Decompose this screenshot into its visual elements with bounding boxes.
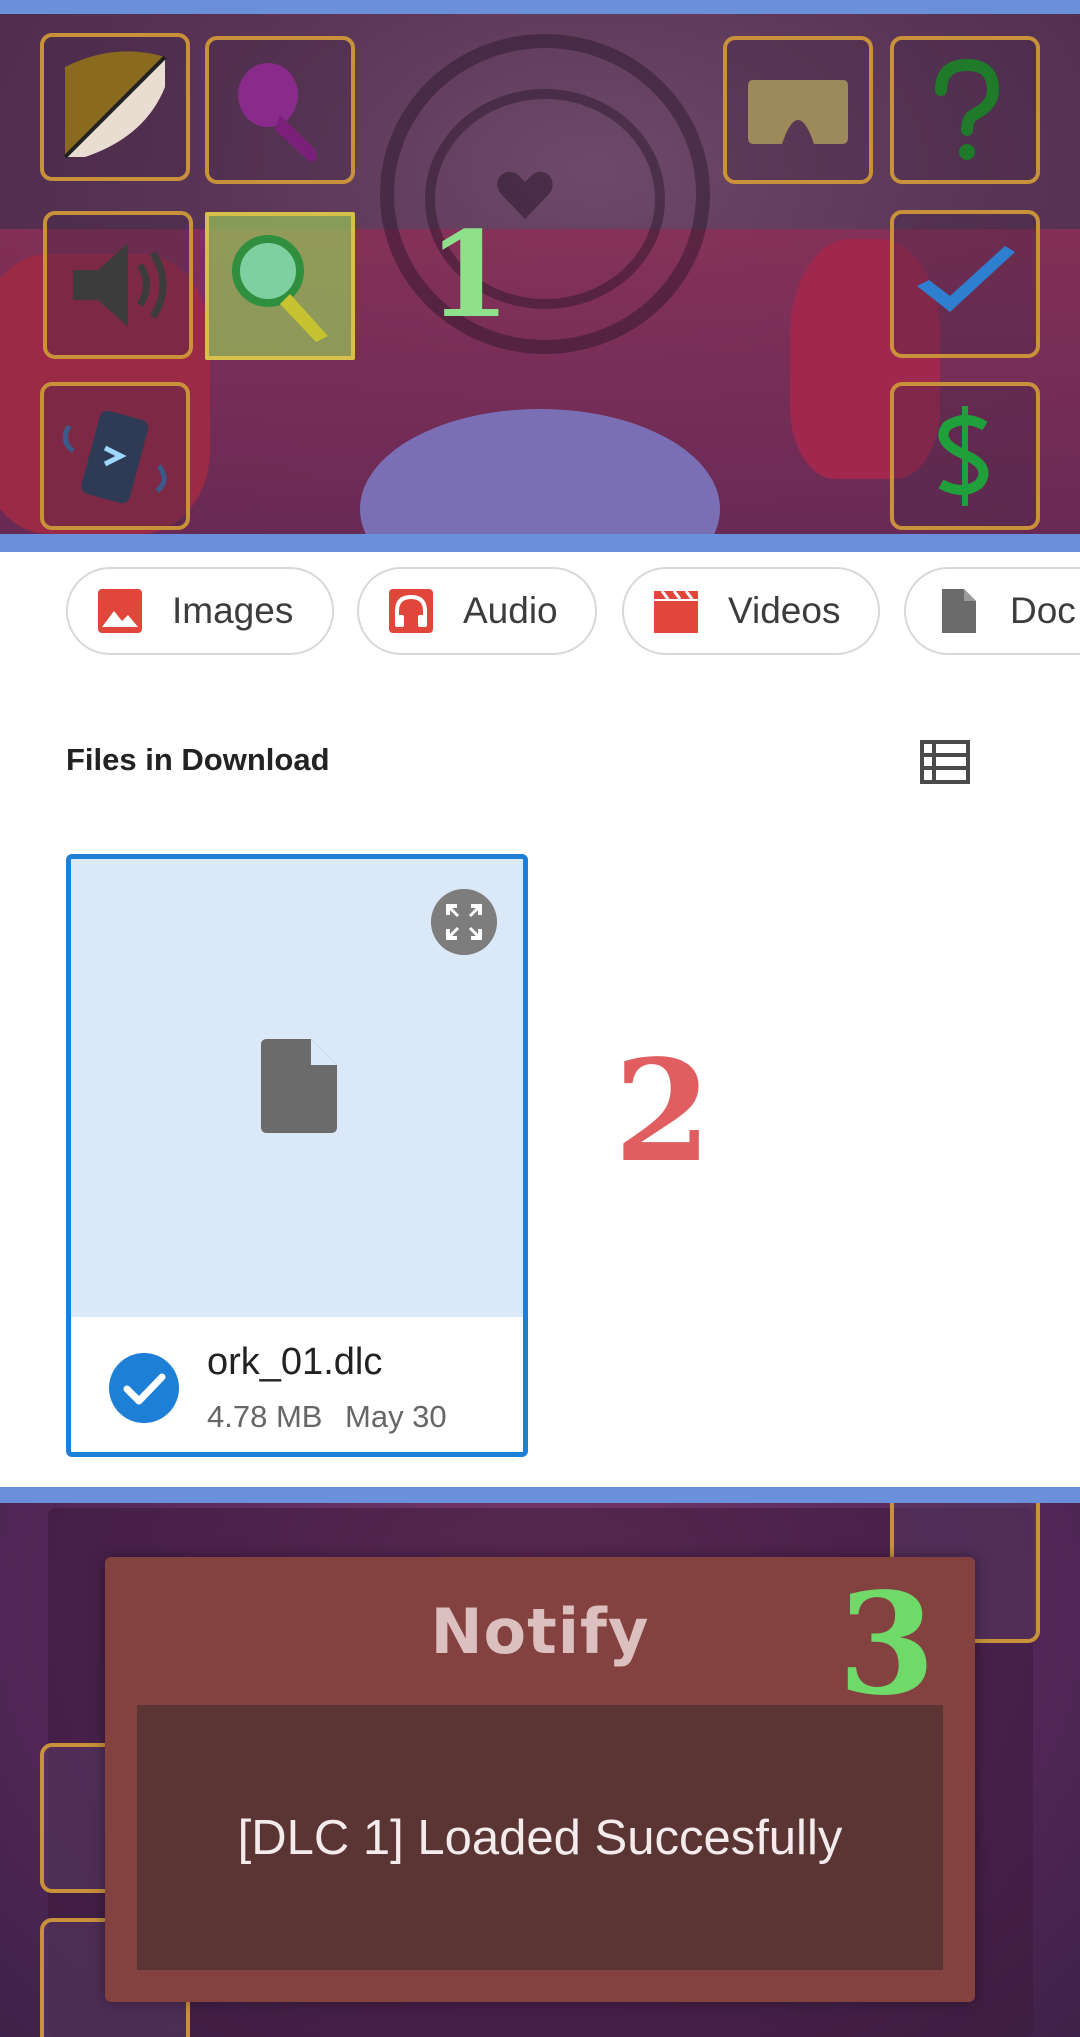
phone-shake-icon	[62, 410, 167, 504]
chip-label: Doc	[1010, 590, 1076, 631]
video-clapper-icon	[654, 590, 698, 633]
color-palette-icon	[63, 51, 167, 159]
section-title: Files in Download	[66, 742, 330, 777]
hud-brush-button[interactable]	[205, 36, 355, 184]
file-name: ork_01.dlc	[207, 1341, 383, 1383]
hud-vr-button[interactable]	[723, 36, 873, 184]
game-hud-panel: 1	[0, 0, 1080, 552]
document-icon	[942, 589, 976, 633]
chip-label: Audio	[463, 590, 558, 631]
file-picker-panel: Images Audio Videos Doc Files in Downloa…	[0, 552, 1080, 1487]
panel-number-label: 1	[428, 205, 511, 344]
chip-documents[interactable]: Doc	[904, 567, 1080, 655]
chip-images[interactable]: Images	[66, 567, 334, 655]
file-card[interactable]: ork_01.dlc 4.78 MB May 30	[66, 854, 528, 1457]
help-question-icon	[935, 58, 1000, 160]
hud-sound-button[interactable]	[43, 211, 193, 359]
chip-label: Videos	[728, 590, 841, 631]
hud-color-button[interactable]	[40, 33, 190, 181]
paint-brush-icon	[238, 63, 317, 162]
dialog-message-box[interactable]: [DLC 1] Loaded Succesfully	[137, 1705, 943, 1970]
selected-check-icon[interactable]	[109, 1353, 179, 1423]
file-size: 4.78 MB	[207, 1399, 323, 1434]
image-icon	[98, 589, 142, 633]
dollar-icon	[938, 406, 989, 506]
notify-panel: Notify [DLC 1] Loaded Succesfully 3	[0, 1503, 1080, 2037]
speaker-icon	[73, 243, 167, 327]
file-icon	[261, 1039, 337, 1133]
file-details: ork_01.dlc 4.78 MB May 30	[71, 1317, 523, 1452]
file-date: May 30	[345, 1399, 447, 1434]
hud-shake-button[interactable]	[40, 382, 190, 530]
hud-search-button[interactable]	[205, 212, 355, 360]
chip-audio[interactable]: Audio	[357, 567, 597, 655]
divider-bar	[0, 1487, 1080, 1503]
hud-confirm-button[interactable]	[890, 210, 1040, 358]
chip-videos[interactable]: Videos	[622, 567, 880, 655]
expand-icon[interactable]	[431, 889, 497, 955]
hud-shop-button[interactable]	[890, 382, 1040, 530]
hud-help-button[interactable]	[890, 36, 1040, 184]
panel-number-label: 3	[838, 1563, 936, 1727]
checkmark-icon	[917, 246, 1015, 312]
file-thumbnail	[71, 859, 523, 1317]
dialog-message: [DLC 1] Loaded Succesfully	[237, 1810, 843, 1865]
magnifier-icon	[232, 235, 328, 342]
vr-headset-icon	[748, 80, 848, 144]
file-type-chips: Images Audio Videos Doc	[66, 567, 1080, 655]
chip-label: Images	[172, 590, 294, 631]
composite-screenshot: 1 Images Audio Videos Doc Files in Downl…	[0, 0, 1080, 2037]
panel-number-label: 2	[614, 1030, 712, 1194]
list-view-icon[interactable]	[920, 740, 970, 784]
headphones-icon	[389, 589, 433, 633]
